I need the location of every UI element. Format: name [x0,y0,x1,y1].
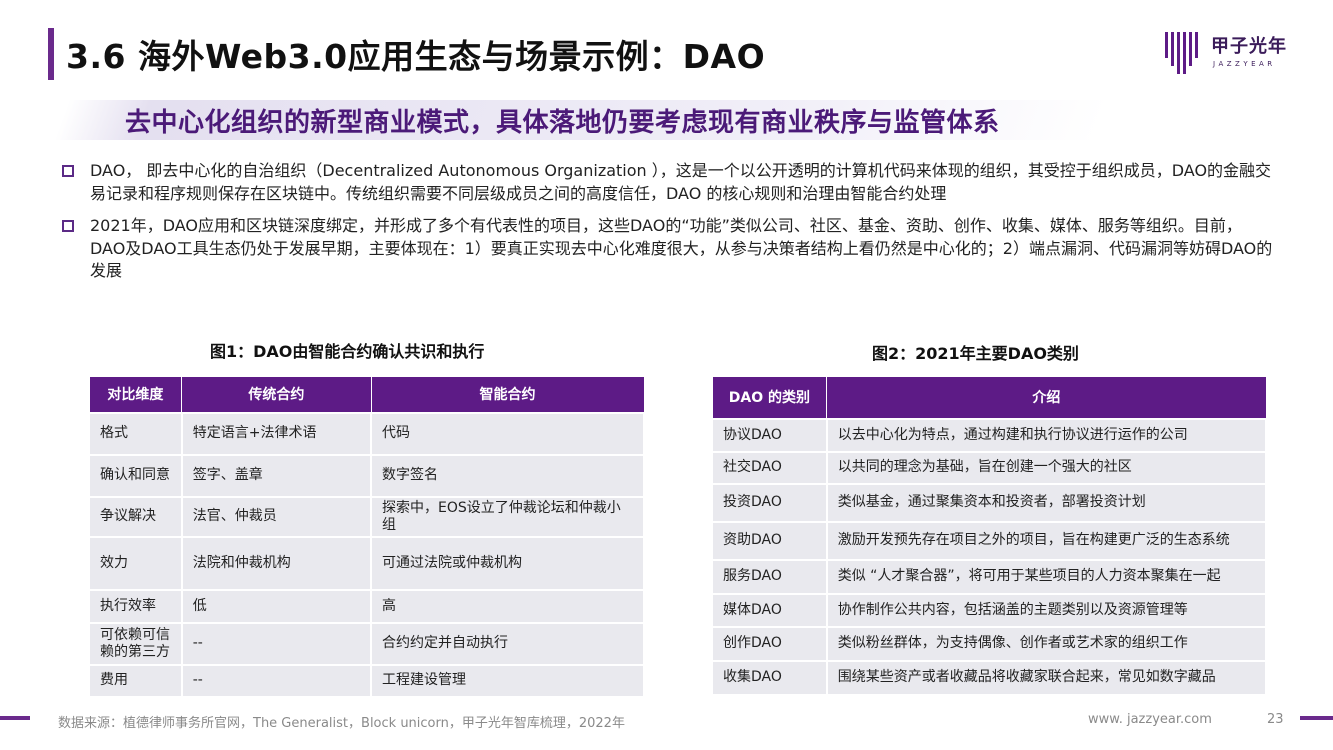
table-cell: 类似基金，通过聚集资本和投资者，部署投资计划 [825,482,1268,523]
square-bullet-icon [62,220,74,232]
table-row: 收集DAO 围绕某些资产或者收藏品将收藏家联合起来，常见如数字藏品 [711,659,1268,696]
bullet-item: 2021年，DAO应用和区块链深度绑定，并形成了多个有代表性的项目，这些DAO的… [62,215,1277,283]
table-cell: 格式 [88,411,183,456]
table-row: 投资DAO 类似基金，通过聚集资本和投资者，部署投资计划 [711,482,1268,523]
dao-category-table: DAO 的类别 介绍 协议DAO 以去中心化为特点，通过构建和执行协议进行运作的… [711,376,1268,696]
bullet-text: DAO， 即去中心化的自治组织（Decentralized Autonomous… [90,161,1272,203]
table-cell: 创作DAO [711,625,828,662]
table-cell: 代码 [370,411,645,456]
table-cell: 争议解决 [88,495,183,538]
table-header-row: DAO 的类别 介绍 [711,376,1267,419]
data-source-note: 数据来源：植德律师事务所官网，The Generalist，Block unic… [58,716,625,731]
table-row: 执行效率 低 高 [88,588,645,624]
table-cell: 协作制作公共内容，包括涵盖的主题类别以及资源管理等 [825,592,1268,628]
table-cell: 法官、仲裁员 [180,495,373,538]
contract-comparison-table: 对比维度 传统合约 智能合约 格式 特定语言+法律术语 代码 确认和同意 签字、… [88,376,645,698]
bullet-text: 2021年，DAO应用和区块链深度绑定，并形成了多个有代表性的项目，这些DAO的… [90,216,1273,280]
footer-accent-left [0,716,30,720]
column-header: 介绍 [826,376,1267,419]
logo-text-en: JAZZYEAR [1213,60,1276,68]
table-cell: 服务DAO [711,558,828,595]
table-cell: 确认和同意 [88,453,183,498]
table-header-row: 对比维度 传统合约 智能合约 [88,376,645,413]
table-cell: -- [180,621,373,666]
table-cell: 协议DAO [711,417,828,453]
jazzyear-logo: 甲子光年 JAZZYEAR [1163,30,1288,76]
table-row: 格式 特定语言+法律术语 代码 [88,411,645,456]
table-row: 费用 -- 工程建设管理 [88,663,645,698]
subtitle: 去中心化组织的新型商业模式，具体落地仍要考虑现有商业秩序与监管体系 [125,108,1000,138]
table-cell: 类似 “人才聚合器”，将可用于某些项目的人力资本聚集在一起 [825,558,1268,595]
table-row: 效力 法院和仲裁机构 可通过法院或仲裁机构 [88,535,645,591]
table-cell: 社交DAO [711,450,828,485]
table-cell: 高 [370,588,645,624]
column-header: 智能合约 [370,376,645,413]
table-cell: 数字签名 [370,453,645,498]
table-row: 争议解决 法官、仲裁员 探索中，EOS设立了仲裁论坛和仲裁小组 [88,495,645,538]
table-row: 创作DAO 类似粉丝群体，为支持偶像、创作者或艺术家的组织工作 [711,625,1268,662]
figure2-title: 图2：2021年主要DAO类别 [872,344,1079,363]
table-cell: 以共同的理念为基础，旨在创建一个强大的社区 [825,450,1268,485]
table-row: 媒体DAO 协作制作公共内容，包括涵盖的主题类别以及资源管理等 [711,592,1268,628]
table-cell: 法院和仲裁机构 [180,535,373,591]
table-cell: 特定语言+法律术语 [180,411,373,456]
table-cell: 收集DAO [711,659,828,696]
footer-accent-right [1300,716,1333,720]
column-header: 传统合约 [181,376,372,413]
table-cell: 投资DAO [711,482,828,523]
table-row: 资助DAO 激励开发预先存在项目之外的项目，旨在构建更广泛的生态系统 [711,520,1268,561]
table-cell: 费用 [88,663,183,698]
table-cell: 效力 [88,535,183,591]
table-cell: 围绕某些资产或者收藏品将收藏家联合起来，常见如数字藏品 [825,659,1268,696]
table-row: 协议DAO 以去中心化为特点，通过构建和执行协议进行运作的公司 [711,417,1268,453]
table-cell: 激励开发预先存在项目之外的项目，旨在构建更广泛的生态系统 [825,520,1268,561]
table-cell: 类似粉丝群体，为支持偶像、创作者或艺术家的组织工作 [825,625,1268,662]
page-number: 23 [1267,712,1284,727]
table-cell: 工程建设管理 [370,663,645,698]
column-header: 对比维度 [88,376,183,413]
table-row: 社交DAO 以共同的理念为基础，旨在创建一个强大的社区 [711,450,1268,485]
square-bullet-icon [62,165,74,177]
page-title: 3.6 海外Web3.0应用生态与场景示例：DAO [66,37,766,76]
logo-text-cn: 甲子光年 [1211,36,1287,57]
table-cell: 以去中心化为特点，通过构建和执行协议进行运作的公司 [825,417,1268,453]
bullet-item: DAO， 即去中心化的自治组织（Decentralized Autonomous… [62,160,1277,205]
table-cell: -- [180,663,373,698]
table-cell: 媒体DAO [711,592,828,628]
title-accent-bar [48,28,54,80]
table-cell: 合约约定并自动执行 [370,621,645,666]
table-cell: 探索中，EOS设立了仲裁论坛和仲裁小组 [370,495,645,538]
table-cell: 可通过法院或仲裁机构 [370,535,645,591]
table-row: 服务DAO 类似 “人才聚合器”，将可用于某些项目的人力资本聚集在一起 [711,558,1268,595]
footer-website-link[interactable]: www. jazzyear.com [1088,712,1212,727]
table-cell: 签字、盖章 [180,453,373,498]
figure1-title: 图1：DAO由智能合约确认共识和执行 [210,342,485,361]
table-cell: 可依赖可信赖的第三方 [88,621,183,666]
table-cell: 执行效率 [88,588,183,624]
bullet-list: DAO， 即去中心化的自治组织（Decentralized Autonomous… [62,160,1277,293]
logo-mark-icon [1165,32,1198,74]
column-header: DAO 的类别 [711,376,828,419]
table-row: 确认和同意 签字、盖章 数字签名 [88,453,645,498]
table-cell: 资助DAO [711,520,828,561]
table-row: 可依赖可信赖的第三方 -- 合约约定并自动执行 [88,621,645,666]
table-cell: 低 [180,588,373,624]
